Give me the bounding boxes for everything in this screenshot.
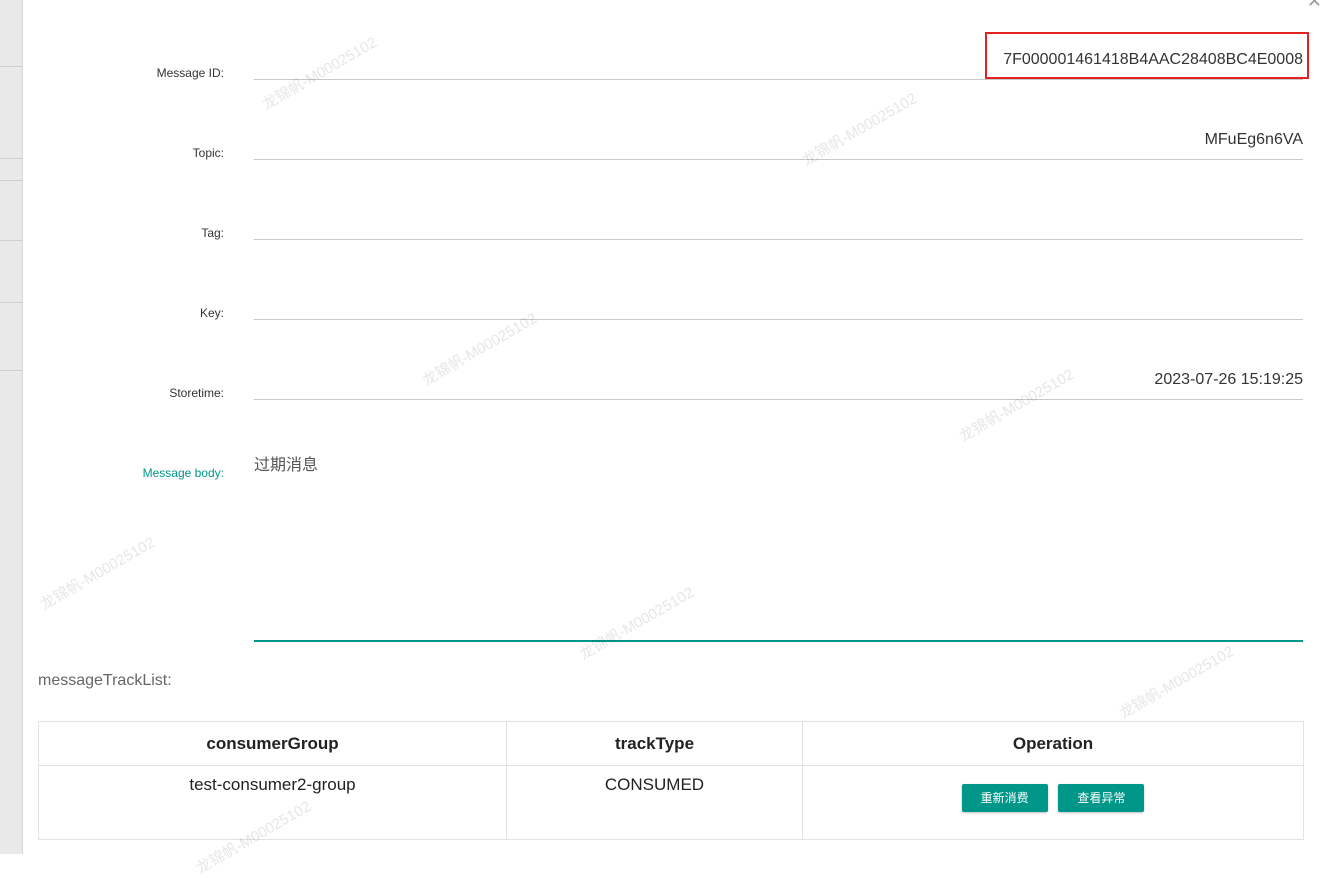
storetime-underline: [254, 399, 1303, 400]
column-header-track-type: trackType: [506, 721, 803, 766]
watermark: 龙锦帆-M00025102: [799, 89, 920, 170]
message-id-underline: [254, 79, 1303, 80]
watermark: 龙锦帆-M00025102: [1116, 642, 1237, 723]
storetime-value[interactable]: 2023-07-26 15:19:25: [1154, 371, 1303, 389]
watermark: 龙锦帆-M00025102: [956, 365, 1077, 446]
column-header-operation: Operation: [802, 721, 1304, 766]
highlight-annotation: [985, 32, 1309, 79]
storetime-label: Storetime:: [169, 386, 224, 400]
table-header-row: consumerGroup trackType Operation: [38, 721, 1304, 766]
track-list-title: messageTrackList:: [38, 672, 172, 689]
message-body-textarea[interactable]: 过期消息: [254, 451, 318, 475]
close-icon[interactable]: ✕: [1307, 0, 1322, 12]
key-label: Key:: [199, 306, 224, 320]
tag-label: Tag:: [201, 226, 224, 240]
tag-underline: [254, 239, 1303, 240]
watermark: 龙锦帆-M00025102: [576, 583, 697, 664]
table-row: test-consumer2-group CONSUMED 重新消费 查看异常: [38, 765, 1304, 840]
message-id-label: Message ID:: [156, 66, 224, 80]
topic-underline: [254, 159, 1303, 160]
view-exception-button[interactable]: 查看异常: [1058, 784, 1145, 812]
watermark: 龙锦帆-M00025102: [259, 33, 380, 114]
key-underline: [254, 319, 1303, 320]
cell-operation: 重新消费 查看异常: [802, 765, 1304, 840]
cell-consumer-group: test-consumer2-group: [38, 765, 507, 840]
watermark: 龙锦帆-M00025102: [37, 533, 158, 614]
message-body-label: Message body:: [142, 466, 224, 480]
reconsume-button[interactable]: 重新消费: [961, 784, 1048, 812]
message-body-underline: [254, 640, 1303, 642]
cell-track-type: CONSUMED: [506, 765, 803, 840]
topic-value[interactable]: MFuEg6n6VA: [1205, 131, 1303, 149]
column-header-consumer-group: consumerGroup: [38, 721, 507, 766]
topic-label: Topic:: [192, 146, 224, 160]
background-overlay: [0, 0, 23, 854]
track-table: consumerGroup trackType Operation test-c…: [38, 721, 1304, 840]
